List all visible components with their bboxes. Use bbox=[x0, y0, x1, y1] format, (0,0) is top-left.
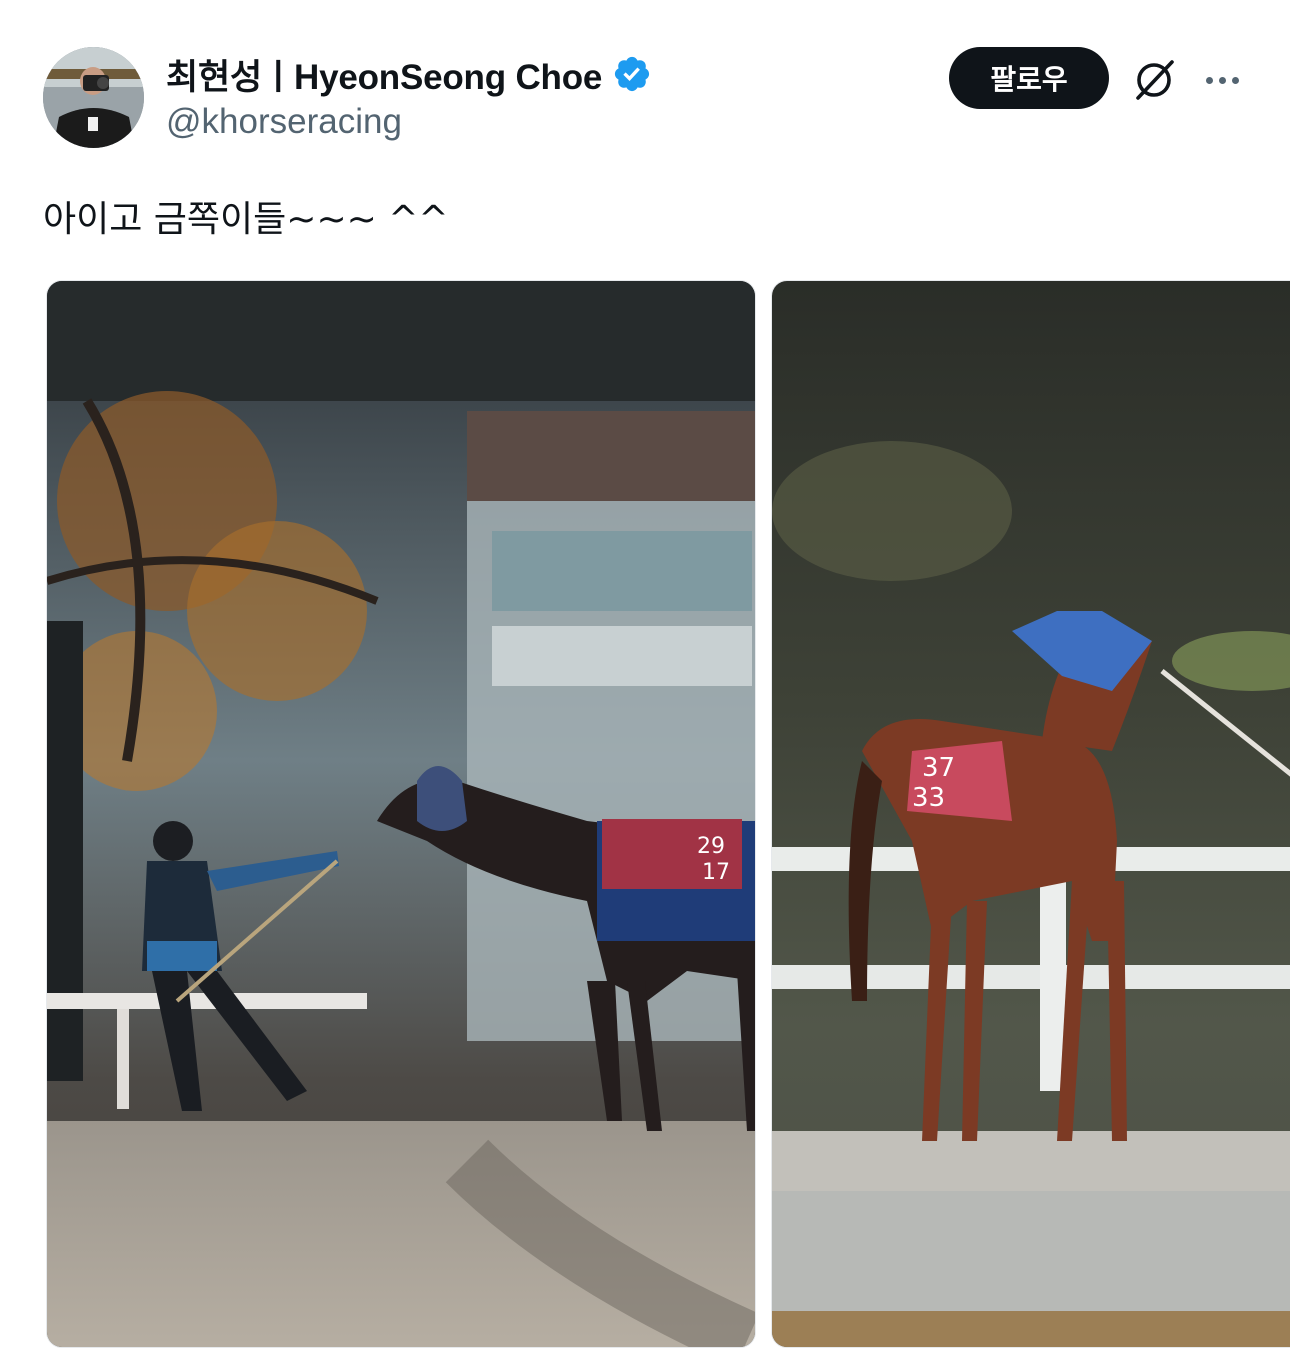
more-dot bbox=[1205, 76, 1213, 84]
more-dot bbox=[1231, 76, 1239, 84]
horse-photo-icon: 29 17 bbox=[47, 281, 755, 1347]
follow-button[interactable]: 팔로우 bbox=[949, 47, 1109, 109]
grok-icon[interactable] bbox=[1130, 56, 1178, 104]
saddle-number-bottom: 33 bbox=[912, 783, 945, 813]
tweet-text: 아이고 금쪽이들~~~ ^^ bbox=[43, 199, 449, 240]
tweet-photo-1[interactable]: 29 17 bbox=[46, 280, 756, 1348]
display-name[interactable]: 최현성ㅣHyeonSeong Choe bbox=[166, 49, 602, 100]
tweet-photo-2[interactable]: 37 33 bbox=[771, 280, 1290, 1348]
horse-photo-icon: 37 33 bbox=[772, 281, 1290, 1347]
saddle-number-top: 37 bbox=[922, 753, 955, 783]
saddle-number-top: 29 bbox=[697, 834, 725, 859]
more-dot bbox=[1218, 76, 1226, 84]
author-name-row: 최현성ㅣHyeonSeong Choe bbox=[166, 52, 652, 97]
more-dots-icon[interactable] bbox=[1200, 60, 1244, 100]
avatar[interactable] bbox=[43, 47, 144, 148]
saddle-number-bottom: 17 bbox=[702, 860, 730, 885]
author-handle[interactable]: @khorseracing bbox=[166, 102, 402, 142]
verified-badge-icon bbox=[615, 56, 650, 92]
tweet-header: 최현성ㅣHyeonSeong Choe @khorseracing 팔로우 bbox=[0, 0, 1290, 160]
photographer-avatar-icon bbox=[43, 47, 144, 148]
